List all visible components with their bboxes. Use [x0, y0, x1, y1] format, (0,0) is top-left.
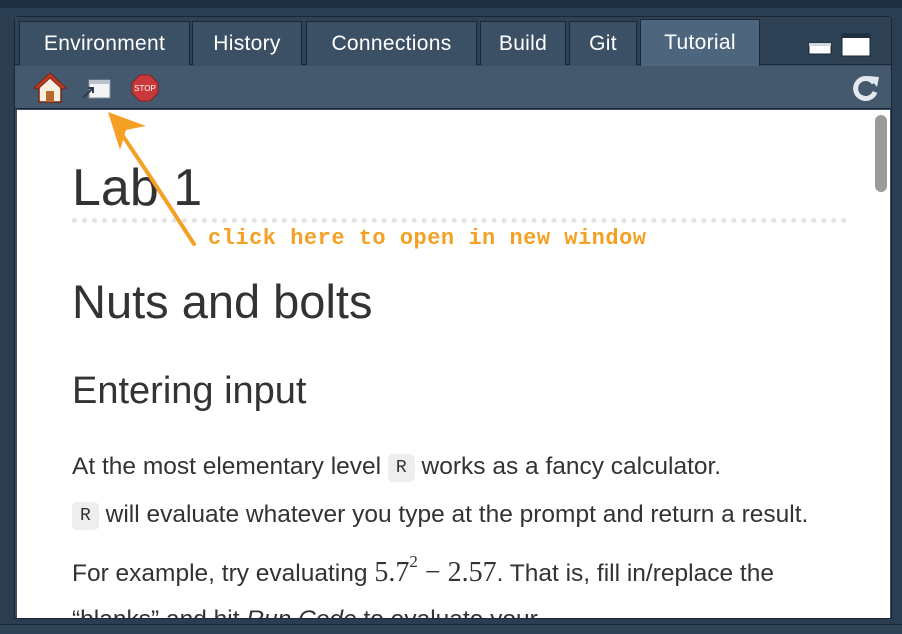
vertical-scrollbar[interactable]: [875, 115, 887, 192]
refresh-icon[interactable]: [851, 74, 881, 102]
tab-git[interactable]: Git: [569, 21, 637, 65]
annotation-label: click here to open in new window: [208, 226, 647, 251]
section-heading: Nuts and bolts: [72, 275, 373, 328]
bottom-pane-edge: [0, 624, 902, 634]
pane-tab-bar: Environment History Connections Build Gi…: [15, 17, 891, 66]
tab-history[interactable]: History: [192, 21, 302, 65]
home-icon[interactable]: [33, 72, 67, 104]
maximize-pane-icon[interactable]: [841, 33, 871, 57]
tab-connections[interactable]: Connections: [306, 21, 477, 65]
tab-tutorial[interactable]: Tutorial: [640, 19, 760, 66]
tab-build[interactable]: Build: [480, 21, 566, 65]
paragraph-text: to evaluate your: [357, 606, 537, 619]
window-top-edge: [0, 0, 902, 8]
tab-environment[interactable]: Environment: [19, 21, 190, 65]
open-in-new-window-icon[interactable]: [81, 78, 111, 100]
tutorial-toolbar: STOP: [15, 66, 891, 109]
intro-paragraph: At the most elementary level R works as …: [72, 444, 842, 618]
paragraph-text: At the most elementary level: [72, 453, 388, 480]
tutorial-content: Lab 1 Nuts and bolts Entering input At t…: [17, 110, 890, 618]
minimize-pane-icon[interactable]: [808, 35, 832, 55]
subsection-heading: Entering input: [72, 370, 307, 412]
heading-divider: [72, 218, 847, 223]
math-expression: 5.72 − 2.57: [374, 552, 497, 588]
tutorial-pane: Environment History Connections Build Gi…: [14, 16, 892, 619]
inline-code-r: R: [72, 501, 99, 530]
paragraph-text: works as a fancy calculator.: [414, 453, 722, 480]
svg-text:STOP: STOP: [134, 84, 156, 93]
run-code-emphasis: Run Code: [246, 606, 356, 619]
page-title: Lab 1: [72, 159, 203, 217]
inline-code-r: R: [387, 454, 415, 482]
stop-icon[interactable]: STOP: [131, 74, 159, 102]
